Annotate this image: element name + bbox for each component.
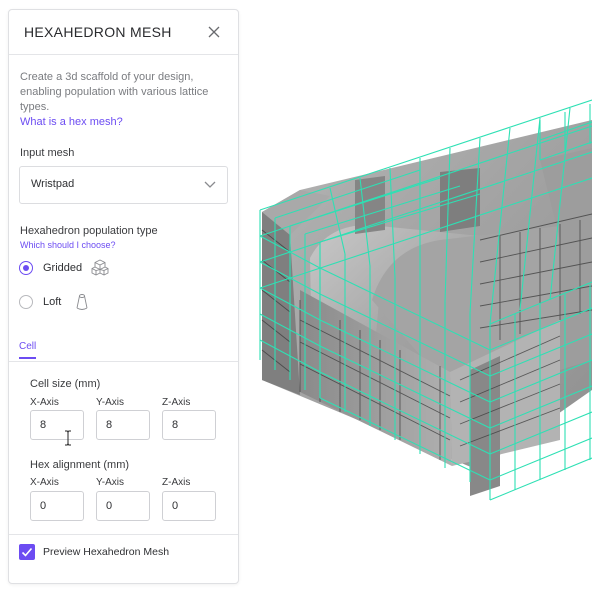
cell-size-label: Cell size (mm)	[30, 378, 101, 390]
hex-alignment-z-input[interactable]	[162, 491, 216, 521]
preview-mesh-checkbox[interactable]	[19, 544, 35, 560]
wristpad-model	[262, 120, 592, 496]
hex-alignment-x-label: X-Axis	[30, 477, 59, 488]
which-should-i-choose-link[interactable]: Which should I choose?	[20, 240, 116, 250]
cell-size-x-label: X-Axis	[30, 397, 59, 408]
gridded-radio[interactable]	[19, 261, 33, 275]
checkmark-icon	[21, 547, 33, 557]
cell-size-y-label: Y-Axis	[96, 397, 124, 408]
input-mesh-label: Input mesh	[20, 147, 75, 159]
gridded-label: Gridded	[43, 262, 83, 274]
hex-alignment-x-input[interactable]	[30, 491, 84, 521]
text-cursor-icon	[65, 430, 71, 446]
cell-size-z-input[interactable]	[162, 410, 216, 440]
cell-size-x-input[interactable]	[30, 410, 84, 440]
panel-divider	[9, 534, 238, 535]
preview-mesh-checkbox-row[interactable]: Preview Hexahedron Mesh	[19, 544, 219, 562]
gridded-radio-option[interactable]: Gridded	[19, 259, 119, 279]
loft-icon	[76, 294, 88, 310]
panel-header: HEXAHEDRON MESH	[9, 10, 238, 55]
hex-alignment-z-label: Z-Axis	[162, 477, 191, 488]
hex-alignment-label: Hex alignment (mm)	[30, 459, 130, 471]
chevron-down-icon	[204, 181, 216, 188]
hex-mesh-help-link[interactable]: What is a hex mesh?	[20, 116, 123, 128]
loft-radio-option[interactable]: Loft	[19, 293, 109, 313]
close-icon[interactable]	[206, 24, 222, 40]
hex-alignment-y-input[interactable]	[96, 491, 150, 521]
cell-size-z-label: Z-Axis	[162, 397, 191, 408]
preview-mesh-label: Preview Hexahedron Mesh	[43, 546, 170, 558]
cube-grid-icon	[91, 259, 109, 276]
loft-radio[interactable]	[19, 295, 33, 309]
population-type-label: Hexahedron population type	[20, 225, 158, 237]
hex-alignment-y-label: Y-Axis	[96, 477, 124, 488]
panel-description: Create a 3d scaffold of your design, ena…	[20, 71, 209, 113]
loft-label: Loft	[43, 296, 62, 308]
panel-title: HEXAHEDRON MESH	[24, 24, 172, 40]
panel-tabs: Cell	[9, 337, 238, 362]
input-mesh-value: Wristpad	[31, 178, 75, 190]
cell-size-y-input[interactable]	[96, 410, 150, 440]
hexahedron-mesh-panel: HEXAHEDRON MESH Create a 3d scaffold of …	[8, 9, 239, 584]
input-mesh-select[interactable]: Wristpad	[19, 166, 228, 204]
tab-cell[interactable]: Cell	[19, 341, 37, 359]
